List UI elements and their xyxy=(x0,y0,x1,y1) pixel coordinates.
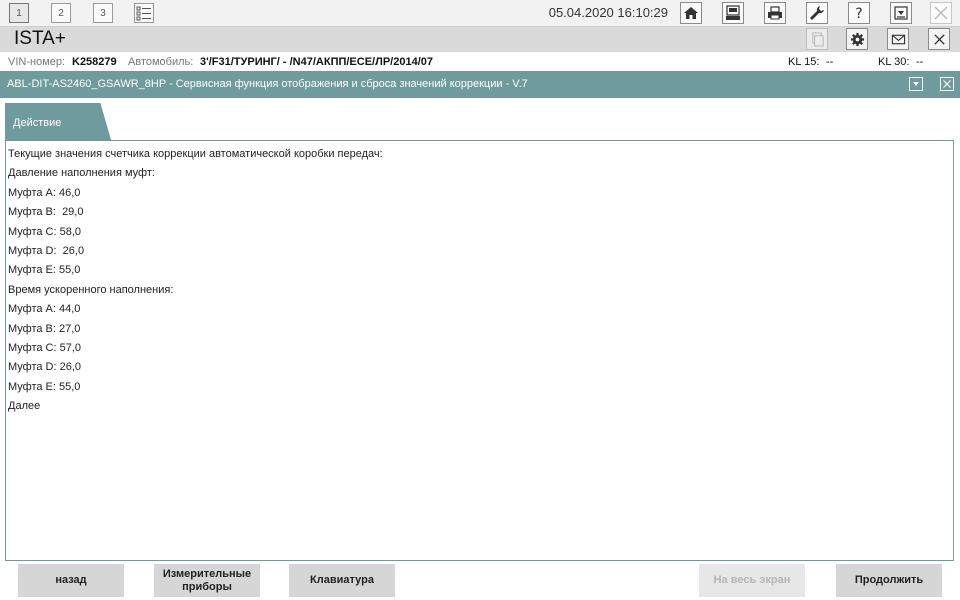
content-line: Муфта A: 46,0 xyxy=(8,186,81,199)
tools-button[interactable] xyxy=(806,2,828,24)
datetime: 05.04.2020 16:10:29 xyxy=(548,5,668,20)
back-button-label: назад xyxy=(55,574,87,586)
measuring-devices-label-line2: приборы xyxy=(182,580,232,593)
wrench-icon xyxy=(810,6,824,20)
home-icon xyxy=(684,7,698,19)
minimize-icon xyxy=(894,6,908,20)
close-icon xyxy=(934,6,948,20)
kl30-value: -- xyxy=(916,56,924,68)
close-session-button[interactable] xyxy=(928,28,950,50)
home-button[interactable] xyxy=(680,2,702,24)
content-line: Муфта B: 29,0 xyxy=(8,206,84,219)
keyboard-button-label: Клавиатура xyxy=(310,574,374,586)
car-label: Автомобиль: xyxy=(128,56,194,68)
settings-button[interactable] xyxy=(846,28,868,50)
content-line: Муфта A: 44,0 xyxy=(8,303,81,316)
fullscreen-button-label: На весь экран xyxy=(713,574,791,586)
tab-action[interactable]: Действие xyxy=(5,103,111,140)
continue-button-label: Продолжить xyxy=(854,574,924,586)
kl15-value: -- xyxy=(826,56,834,68)
content-line: Муфта C: 58,0 xyxy=(8,225,82,238)
vehicle-info-icon xyxy=(726,5,740,20)
content-line: Давление наполнения муфт: xyxy=(8,167,155,180)
function-title-bar: ABL-DIT-AS2460_GSAWR_8HP - Сервисная фун… xyxy=(0,71,960,98)
content-line: Муфта D: 26,0 xyxy=(8,361,82,374)
close-function-button[interactable] xyxy=(940,77,954,91)
message-button[interactable] xyxy=(887,28,909,50)
measuring-devices-label-line1: Измерительные xyxy=(162,567,252,580)
close-icon xyxy=(933,33,945,45)
fullscreen-button[interactable]: На весь экран xyxy=(699,564,805,597)
window-3-label: 3 xyxy=(100,7,106,19)
content-line: Муфта B: 27,0 xyxy=(8,322,81,335)
function-title: ABL-DIT-AS2460_GSAWR_8HP - Сервисная фун… xyxy=(7,78,528,90)
app-header: ISTA+ xyxy=(0,27,960,52)
documents-button[interactable] xyxy=(806,28,828,50)
kl30-label: KL 30: xyxy=(878,56,910,68)
window-2-label: 2 xyxy=(58,7,64,19)
content-line: Муфта D: 26,0 xyxy=(8,244,85,257)
content-line: Далее xyxy=(8,400,41,413)
vin-label: VIN-номер: xyxy=(8,56,66,68)
content-line: Текущие значения счетчика коррекции авто… xyxy=(8,148,383,160)
close-icon xyxy=(943,80,951,88)
content-line: Время ускоренного наполнения: xyxy=(8,283,174,296)
collapse-button[interactable] xyxy=(909,77,923,91)
content-line: Муфта E: 55,0 xyxy=(8,264,81,277)
gear-icon xyxy=(850,32,864,46)
window-1-button[interactable]: 1 xyxy=(9,3,29,23)
chevron-down-icon xyxy=(913,82,919,86)
vehicle-info-bar: VIN-номер: K258279 Автомобиль: 3'/F31/ТУ… xyxy=(0,52,960,71)
print-button[interactable] xyxy=(764,2,786,24)
list-icon xyxy=(136,6,151,21)
back-button[interactable]: назад xyxy=(18,564,124,597)
printer-icon xyxy=(768,6,782,20)
window-1-label: 1 xyxy=(16,7,22,19)
help-icon: ? xyxy=(855,6,862,21)
svg-text:?: ? xyxy=(855,6,862,21)
measuring-devices-button[interactable]: Измерительные приборы xyxy=(154,564,260,597)
content-line: Муфта C: 57,0 xyxy=(8,341,82,354)
car-value: 3'/F31/ТУРИНГ/ - /N47/АКПП/ЕСЕ/ЛР/2014/0… xyxy=(200,56,433,68)
vin-value: K258279 xyxy=(72,56,117,68)
kl15-label: KL 15: xyxy=(788,56,820,68)
keyboard-button[interactable]: Клавиатура xyxy=(289,564,395,597)
content-line: Муфта E: 55,0 xyxy=(8,380,81,393)
tab-action-label: Действие xyxy=(13,117,62,129)
list-view-button[interactable] xyxy=(134,3,154,23)
vehicle-info-button[interactable] xyxy=(722,2,744,24)
close-app-button[interactable] xyxy=(930,2,952,24)
documents-icon xyxy=(811,31,824,47)
window-2-button[interactable]: 2 xyxy=(51,3,71,23)
window-3-button[interactable]: 3 xyxy=(93,3,113,23)
mail-icon xyxy=(891,34,905,44)
content-panel: Текущие значения счетчика коррекции авто… xyxy=(5,140,954,561)
minimize-button[interactable] xyxy=(890,2,912,24)
top-toolbar: 1 2 3 05.04.2020 16:10:29 ? xyxy=(0,0,960,27)
app-title: ISTA+ xyxy=(14,28,66,49)
help-button[interactable]: ? xyxy=(848,2,870,24)
continue-button[interactable]: Продолжить xyxy=(836,564,942,597)
